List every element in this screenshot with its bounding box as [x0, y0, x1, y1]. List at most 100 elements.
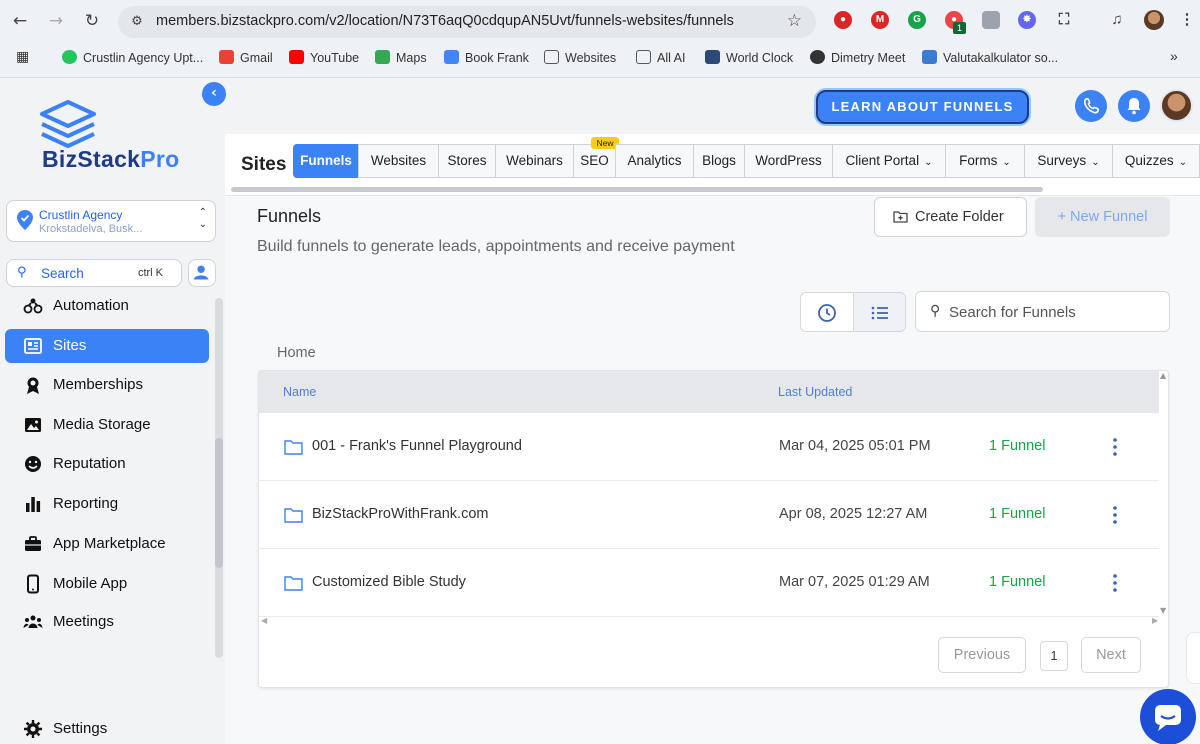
profile-avatar-icon[interactable] [1144, 10, 1164, 30]
tab-blogs[interactable]: Blogs [693, 144, 745, 178]
agency-location: Krokstadelva, Busk... [39, 223, 143, 235]
tab-stores[interactable]: Stores [438, 144, 496, 178]
more-options-icon[interactable] [1109, 503, 1121, 527]
back-icon[interactable]: ← [9, 10, 31, 32]
sites-title: Sites [241, 154, 287, 175]
tabs-horizontal-scrollbar[interactable] [231, 187, 1043, 192]
sidebar-item-reputation[interactable]: Reputation [5, 447, 209, 481]
tab-quizzes[interactable]: Quizzes ⌄ [1112, 144, 1200, 178]
bookmark-dimetry-meet[interactable]: Dimetry Meet [810, 50, 905, 65]
tab-forms[interactable]: Forms ⌄ [945, 144, 1025, 178]
bookmark-star-icon[interactable]: ☆ [787, 11, 802, 31]
scroll-left-icon[interactable]: ◀ [261, 616, 267, 625]
bookmarks-overflow-icon[interactable]: » [1170, 48, 1178, 64]
extension-shield-icon[interactable] [982, 11, 1000, 29]
apps-grid-icon[interactable]: ▦ [16, 48, 29, 65]
new-funnel-button[interactable]: + New Funnel [1035, 197, 1170, 237]
funnel-search-input[interactable] [949, 300, 1159, 324]
scroll-right-icon[interactable]: ▶ [1152, 616, 1158, 625]
scroll-down-icon[interactable]: ▼ [1160, 606, 1166, 615]
tab-webinars[interactable]: Webinars [495, 144, 574, 178]
column-last-updated[interactable]: Last Updated [778, 385, 852, 399]
sidebar-item-mobile-app[interactable]: Mobile App [5, 567, 209, 601]
sidebar-item-label: Mobile App [53, 575, 128, 592]
media-control-icon[interactable]: ♫ [1108, 11, 1126, 29]
gear-icon [24, 720, 42, 738]
sidebar-item-sites[interactable]: Sites [5, 329, 209, 363]
reputation-icon [25, 456, 41, 472]
address-bar[interactable]: ⚙ members.bizstackpro.com/v2/location/N7… [118, 6, 816, 38]
bookmark-world-clock[interactable]: World Clock [705, 50, 793, 65]
user-profile-button[interactable] [188, 259, 216, 287]
bookmark-maps[interactable]: Maps [375, 50, 427, 65]
page-number-button[interactable]: 1 [1040, 641, 1068, 671]
sites-icon [24, 338, 42, 354]
breadcrumb[interactable]: Home [277, 345, 316, 361]
forward-icon[interactable]: → [45, 10, 67, 32]
clock-icon [818, 304, 836, 322]
sidebar-item-meetings[interactable]: Meetings [5, 605, 209, 639]
bookmark-websites[interactable]: Websites [544, 50, 616, 65]
tab-label: Quizzes [1124, 153, 1174, 168]
agency-switcher[interactable]: Crustlin Agency Krokstadelva, Busk... ⌃ ⌄ [6, 200, 216, 242]
folder-icon [636, 50, 651, 64]
table-row[interactable]: 001 - Frank's Funnel Playground Mar 04, … [259, 413, 1159, 481]
extension-red-icon[interactable]: ● [834, 11, 852, 29]
sidebar-item-settings[interactable]: Settings [5, 712, 209, 744]
bookmark-all-ai[interactable]: All AI [636, 50, 686, 65]
more-options-icon[interactable] [1109, 571, 1121, 595]
sidebar-search[interactable]: ⚲ Search ctrl K [6, 259, 182, 287]
sidebar-scrollbar-thumb[interactable] [215, 438, 223, 568]
page-subtitle: Build funnels to generate leads, appoint… [257, 238, 735, 255]
column-name[interactable]: Name [283, 385, 316, 399]
extension-grammarly-icon[interactable]: G [908, 11, 926, 29]
sidebar-item-automation[interactable]: Automation [5, 289, 209, 323]
sidebar-item-reporting[interactable]: Reporting [5, 487, 209, 521]
tab-analytics[interactable]: Analytics [615, 144, 694, 178]
row-name[interactable]: 001 - Frank's Funnel Playground [312, 438, 522, 454]
create-folder-button[interactable]: Create Folder [874, 197, 1027, 237]
calendar-icon [444, 50, 459, 64]
list-view-button[interactable] [853, 293, 905, 331]
scroll-up-icon[interactable]: ▲ [1160, 371, 1166, 380]
reload-icon[interactable]: ↻ [81, 10, 103, 32]
chevron-down-icon: ⌄ [924, 157, 933, 168]
tab-client-portal[interactable]: Client Portal ⌄ [832, 144, 946, 178]
tab-seo[interactable]: SEO [573, 144, 616, 178]
notifications-button[interactable] [1118, 90, 1150, 122]
sidebar-item-app-marketplace[interactable]: App Marketplace [5, 527, 209, 561]
bookmark-book-frank[interactable]: Book Frank [444, 50, 529, 65]
collapse-sidebar-button[interactable]: ‹ [202, 82, 226, 106]
recent-view-button[interactable] [801, 293, 854, 331]
table-row[interactable]: BizStackProWithFrank.com Apr 08, 2025 12… [259, 481, 1159, 549]
user-avatar[interactable] [1160, 89, 1193, 122]
row-name[interactable]: BizStackProWithFrank.com [312, 506, 488, 522]
row-name[interactable]: Customized Bible Study [312, 574, 466, 590]
maps-icon [375, 50, 390, 64]
bookmark-crustlin[interactable]: Crustlin Agency Upt... [62, 50, 203, 65]
browser-menu-icon[interactable]: ⋮ [1178, 11, 1196, 29]
bookmark-gmail[interactable]: Gmail [219, 50, 273, 65]
tab-funnels[interactable]: Funnels [293, 144, 359, 178]
next-page-button[interactable]: Next [1081, 637, 1141, 673]
learn-about-funnels-button[interactable]: LEARN ABOUT FUNNELS [816, 90, 1029, 124]
tab-surveys[interactable]: Surveys ⌄ [1024, 144, 1113, 178]
sidebar-item-memberships[interactable]: Memberships [5, 368, 209, 402]
extensions-puzzle-icon[interactable]: ⛶ [1055, 11, 1073, 29]
tab-websites[interactable]: Websites [358, 144, 439, 178]
bookmark-valutakalkulator[interactable]: Valutakalkulator so... [922, 50, 1058, 65]
sidebar-item-media-storage[interactable]: Media Storage [5, 408, 209, 442]
extension-mail-icon[interactable]: M [871, 11, 889, 29]
bookmark-youtube[interactable]: YouTube [289, 50, 359, 65]
sidebar-item-label: Media Storage [53, 416, 151, 433]
previous-page-button[interactable]: Previous [938, 637, 1026, 673]
tab-wordpress[interactable]: WordPress [744, 144, 833, 178]
side-panel-tab[interactable] [1186, 632, 1200, 684]
phone-button[interactable] [1075, 90, 1107, 122]
extension-star-icon[interactable]: ✸ [1018, 11, 1036, 29]
site-info-icon[interactable]: ⚙ [128, 13, 146, 31]
chat-icon [1155, 705, 1181, 731]
more-options-icon[interactable] [1109, 435, 1121, 459]
chat-widget-button[interactable] [1140, 689, 1196, 744]
table-row[interactable]: Customized Bible Study Mar 07, 2025 01:2… [259, 549, 1159, 617]
